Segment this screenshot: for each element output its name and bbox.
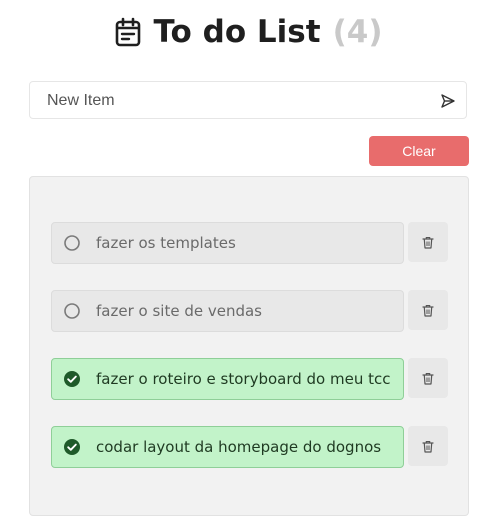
todo-text: codar layout da homepage do dognos	[96, 438, 382, 456]
todo-item[interactable]: fazer o site de vendas	[51, 290, 404, 332]
new-item-input[interactable]	[45, 82, 429, 120]
todo-item[interactable]: codar layout da homepage do dognos	[51, 426, 404, 468]
page-title: To do List	[153, 14, 321, 50]
delete-button[interactable]	[408, 290, 448, 330]
todo-list-panel: fazer os templates fazer o site de vendas…	[29, 176, 469, 516]
todo-text: fazer o site de vendas	[96, 302, 262, 320]
check-circle-icon[interactable]	[63, 438, 81, 456]
delete-button[interactable]	[408, 358, 448, 398]
send-icon[interactable]	[440, 93, 456, 109]
trash-icon	[422, 440, 434, 453]
trash-icon	[422, 304, 434, 317]
check-circle-icon[interactable]	[63, 370, 81, 388]
clear-button[interactable]: Clear	[369, 136, 469, 166]
todo-item[interactable]: fazer o roteiro e storyboard do meu tcc	[51, 358, 404, 400]
item-count: (4)	[332, 14, 383, 50]
todo-item[interactable]: fazer os templates	[51, 222, 404, 264]
trash-icon	[422, 372, 434, 385]
trash-icon	[422, 236, 434, 249]
page-header: To do List (4)	[0, 12, 496, 52]
todo-text: fazer os templates	[96, 234, 236, 252]
todo-row: codar layout da homepage do dognos	[51, 426, 448, 470]
todo-row: fazer o roteiro e storyboard do meu tcc	[51, 358, 448, 402]
empty-circle-icon[interactable]	[63, 302, 81, 320]
delete-button[interactable]	[408, 426, 448, 466]
new-item-field	[29, 81, 467, 120]
todo-row: fazer os templates	[51, 222, 448, 266]
todo-text: fazer o roteiro e storyboard do meu tcc	[96, 370, 391, 388]
todo-row: fazer o site de vendas	[51, 290, 448, 334]
empty-circle-icon[interactable]	[63, 234, 81, 252]
calendar-icon	[115, 17, 140, 47]
delete-button[interactable]	[408, 222, 448, 262]
